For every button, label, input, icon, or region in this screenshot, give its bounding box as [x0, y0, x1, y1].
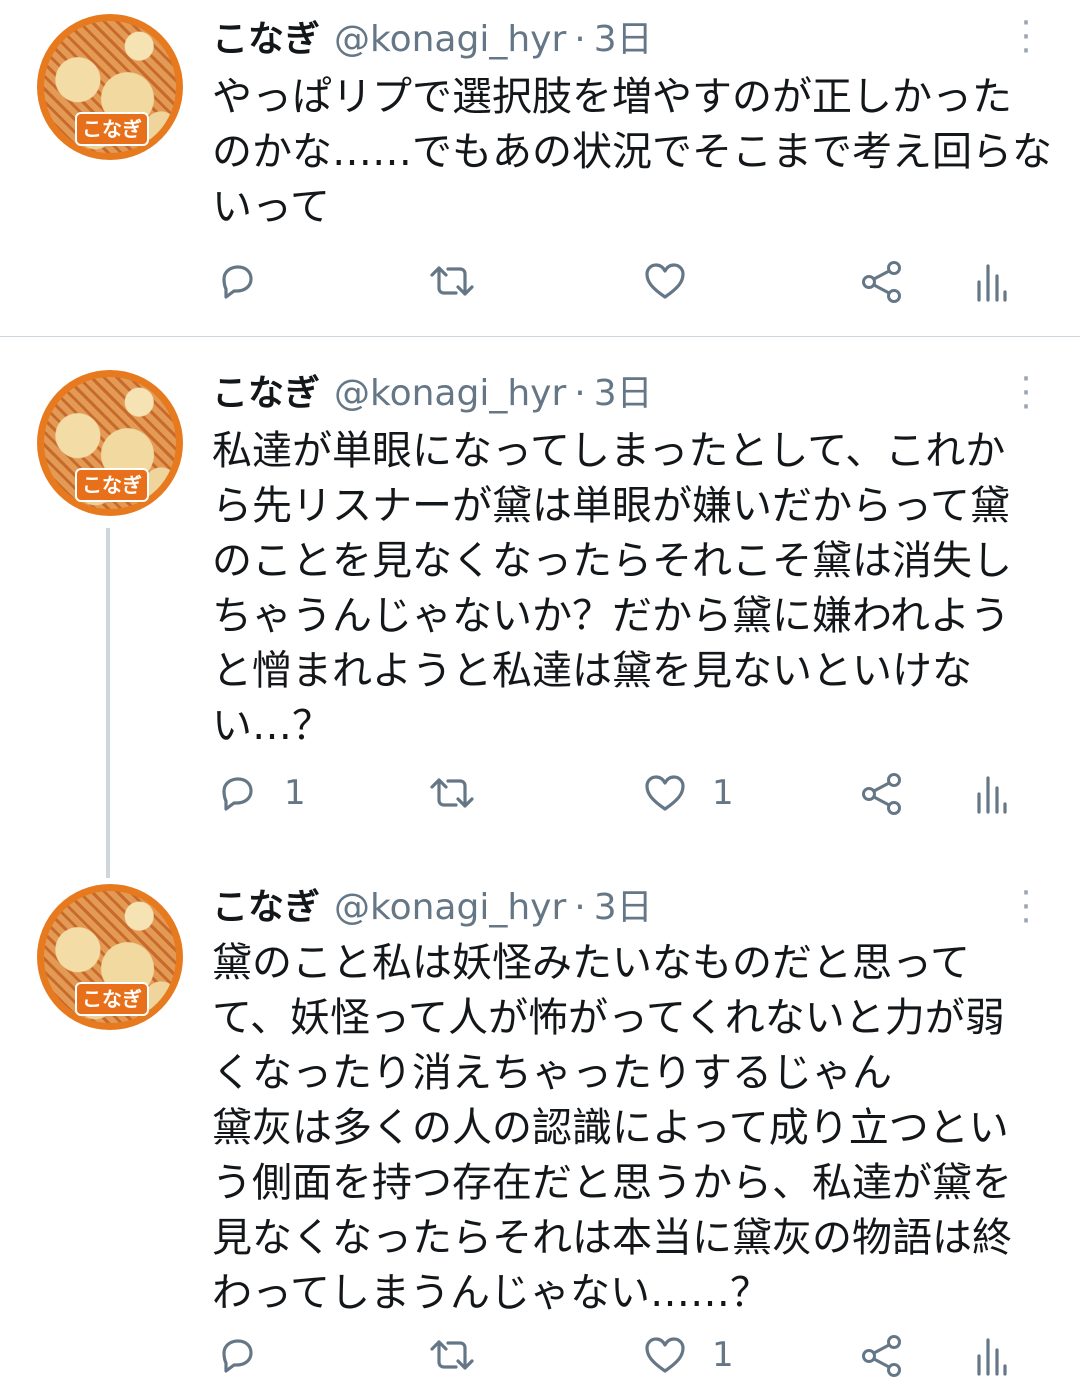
share-button[interactable] [858, 258, 906, 306]
like-icon [645, 775, 685, 811]
share-button[interactable] [858, 1332, 906, 1380]
separator-dot: · [574, 373, 586, 414]
share-icon [862, 261, 901, 303]
analytics-icon [977, 264, 1007, 302]
separator-dot: · [574, 887, 586, 928]
tweet-header: こなぎ @konagi_hyr · 3日 [212, 18, 653, 62]
separator-dot: · [574, 19, 586, 60]
analytics-icon [977, 1338, 1007, 1376]
retweet-button[interactable] [426, 770, 478, 816]
retweet-button[interactable] [426, 258, 478, 304]
analytics-button[interactable] [974, 1332, 1008, 1378]
tweet-actions: 1 1 [0, 770, 1080, 820]
retweet-button[interactable] [426, 1332, 478, 1378]
author-handle[interactable]: @konagi_hyr [334, 887, 566, 928]
like-count: 1 [712, 1335, 734, 1375]
reply-icon [222, 777, 253, 811]
thread-line [106, 528, 110, 878]
tweet-header: こなぎ @konagi_hyr · 3日 [212, 372, 653, 416]
avatar[interactable]: こなぎ [37, 14, 183, 160]
more-icon[interactable]: · · · [1016, 6, 1036, 68]
author-name[interactable]: こなぎ [212, 19, 320, 60]
like-icon [645, 1337, 685, 1373]
avatar[interactable]: こなぎ [37, 370, 183, 516]
reply-icon [222, 265, 253, 299]
author-name[interactable]: こなぎ [212, 887, 320, 928]
like-button[interactable]: 1 [642, 1332, 734, 1378]
author-handle[interactable]: @konagi_hyr [334, 19, 566, 60]
author-handle[interactable]: @konagi_hyr [334, 373, 566, 414]
avatar[interactable]: こなぎ [37, 884, 183, 1030]
avatar-label: こなぎ [75, 982, 149, 1016]
tweet-time[interactable]: 3日 [594, 887, 653, 928]
tweet-text: 私達が単眼になってしまったとして、これか ら先リスナーが黛は単眼が嫌いだからって… [212, 428, 1012, 749]
analytics-button[interactable] [974, 770, 1008, 816]
share-button[interactable] [858, 770, 906, 818]
analytics-icon [977, 776, 1007, 814]
divider [0, 336, 1080, 337]
tweet-text: やっぱリプで選択肢を増やすのが正しかった のかな……でもあの状況でそこまで考え回… [212, 74, 1052, 230]
like-count: 1 [712, 773, 734, 813]
tweet-time[interactable]: 3日 [594, 19, 653, 60]
like-button[interactable] [642, 258, 712, 304]
reply-button[interactable]: 1 [214, 770, 306, 816]
tweet-time[interactable]: 3日 [594, 373, 653, 414]
more-icon[interactable]: · · · [1016, 362, 1036, 424]
retweet-icon [430, 778, 474, 808]
retweet-icon [430, 1340, 474, 1370]
share-icon [862, 1335, 901, 1377]
like-icon [645, 263, 685, 299]
tweet-actions: 1 [0, 1332, 1080, 1382]
reply-button[interactable] [214, 258, 284, 304]
author-name[interactable]: こなぎ [212, 373, 320, 414]
reply-button[interactable] [214, 1332, 284, 1378]
reply-icon [222, 1339, 253, 1373]
share-icon [862, 773, 901, 815]
tweet-text: 黛のこと私は妖怪みたいなものだと思って て、妖怪って人が怖がってくれないと力が弱… [212, 940, 1012, 1316]
retweet-icon [430, 266, 474, 296]
more-icon[interactable]: · · · [1016, 876, 1036, 938]
tweet-actions [0, 258, 1080, 308]
tweet-header: こなぎ @konagi_hyr · 3日 [212, 886, 653, 930]
avatar-label: こなぎ [75, 112, 149, 146]
analytics-button[interactable] [974, 258, 1008, 304]
reply-count: 1 [284, 773, 306, 813]
like-button[interactable]: 1 [642, 770, 734, 816]
avatar-label: こなぎ [75, 468, 149, 502]
